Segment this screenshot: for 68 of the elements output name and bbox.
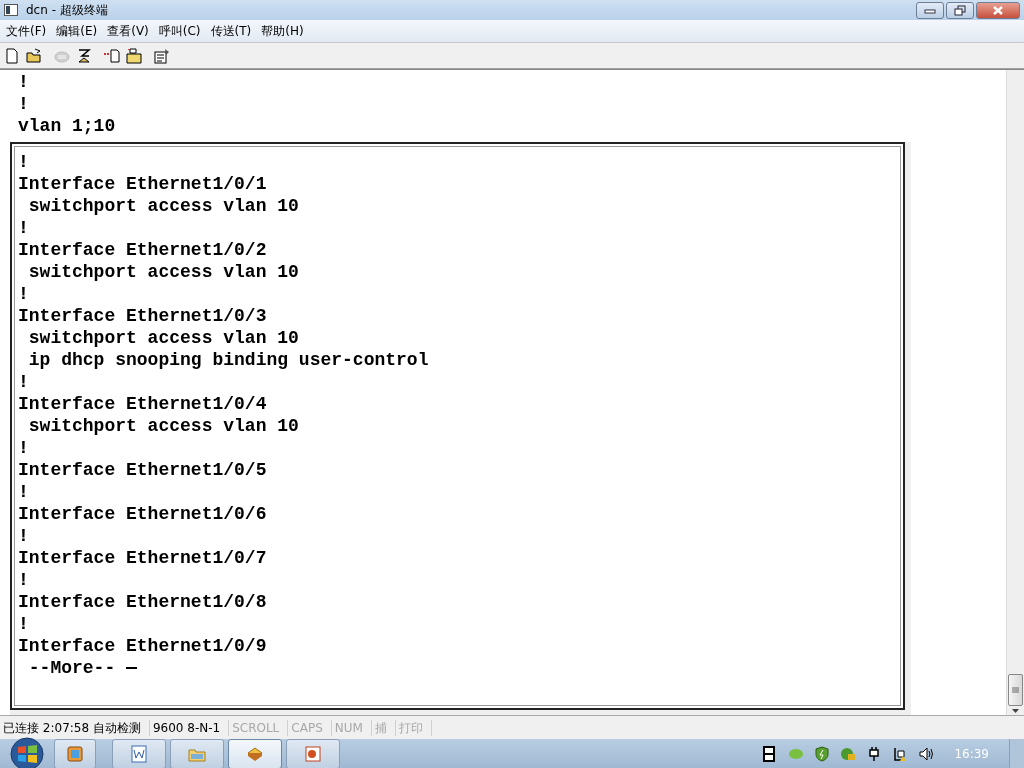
volume-icon[interactable] [918,746,935,762]
window-icon [65,744,85,764]
terminal-line: Interface Ethernet1/0/2 [18,239,268,261]
menu-item[interactable]: 帮助(H) [257,22,310,40]
terminal-line: Interface Ethernet1/0/7 [18,547,268,569]
taskbar-button[interactable] [228,739,282,768]
document-icon[interactable] [4,47,20,64]
document-icon [129,744,149,764]
status-field: SCROLL [229,719,289,736]
grip-icon [1012,687,1019,693]
terminal-line: Interface Ethernet1/0/3 [18,305,268,327]
terminal-line: ! [18,437,30,459]
more-prompt: --More-- [27,657,117,679]
terminal-line: switchport access vlan 10 [27,327,300,349]
minimize-icon [924,6,936,14]
properties-icon[interactable] [154,47,170,64]
menu-item[interactable]: 编辑(E) [52,22,104,40]
terminal-line: ! [18,71,30,93]
terminal-line: ! [18,93,30,115]
folder-icon[interactable] [26,47,42,64]
terminal-line: Interface Ethernet1/0/8 [18,591,268,613]
app-icon [4,4,18,16]
terminal-line: ! [18,525,30,547]
restore-button[interactable] [946,1,974,19]
terminal-line: vlan 1;10 [18,115,117,137]
shield-icon[interactable] [814,746,831,762]
start-button[interactable] [10,737,44,768]
terminal-line: Interface Ethernet1/0/1 [18,173,268,195]
document-icon[interactable] [104,47,120,64]
restore-icon [954,4,966,16]
terminal-line: ip dhcp snooping binding user-control [27,349,430,371]
terminal-line: Interface Ethernet1/0/6 [18,503,268,525]
close-icon [992,4,1004,16]
scroll-down-icon[interactable] [1012,709,1019,713]
slides-icon [303,744,323,764]
terminal-line: ! [18,217,30,239]
terminal-line: ! [18,371,30,393]
terminal-line: switchport access vlan 10 [27,195,300,217]
status-field: 9600 8-N-1 [149,719,230,736]
terminal-line: switchport access vlan 10 [27,415,300,437]
status-field: NUM [331,719,372,736]
status-field: CAPS [288,719,332,736]
window-title: dcn - 超级终端 [26,1,109,19]
menu-item[interactable]: 呼叫(C) [154,22,207,40]
taskbar-button[interactable] [112,739,166,768]
taskbar-button[interactable] [54,739,96,768]
menu-item[interactable]: 传送(T) [206,22,258,40]
menu-item[interactable]: 文件(F) [2,22,53,40]
terminal-line: ! [18,613,30,635]
terminal-line: Interface Ethernet1/0/5 [18,459,268,481]
text-cursor [126,667,138,669]
taskbar-button[interactable] [286,739,340,768]
status-field: 捕 [371,719,396,736]
terminal-line: Interface Ethernet1/0/4 [18,393,268,415]
terminal-line: ! [18,151,30,173]
status-field: 已连接 2:07:58 自动检测 [0,719,150,736]
scrollbar-thumb[interactable] [1008,674,1023,706]
status-field: 打印 [395,719,432,736]
minimize-button[interactable] [916,1,944,19]
terminal-line: ! [18,481,30,503]
menu-item[interactable]: 查看(V) [103,22,155,40]
terminal-line: ! [18,569,30,591]
close-button[interactable] [976,1,1020,19]
terminal-line: ! [18,283,30,305]
folder-icon[interactable] [126,47,142,64]
network-warning-icon[interactable] [892,746,909,762]
terminal-line: Interface Ethernet1/0/9 [18,635,268,657]
terminal-line: switchport access vlan 10 [27,261,300,283]
